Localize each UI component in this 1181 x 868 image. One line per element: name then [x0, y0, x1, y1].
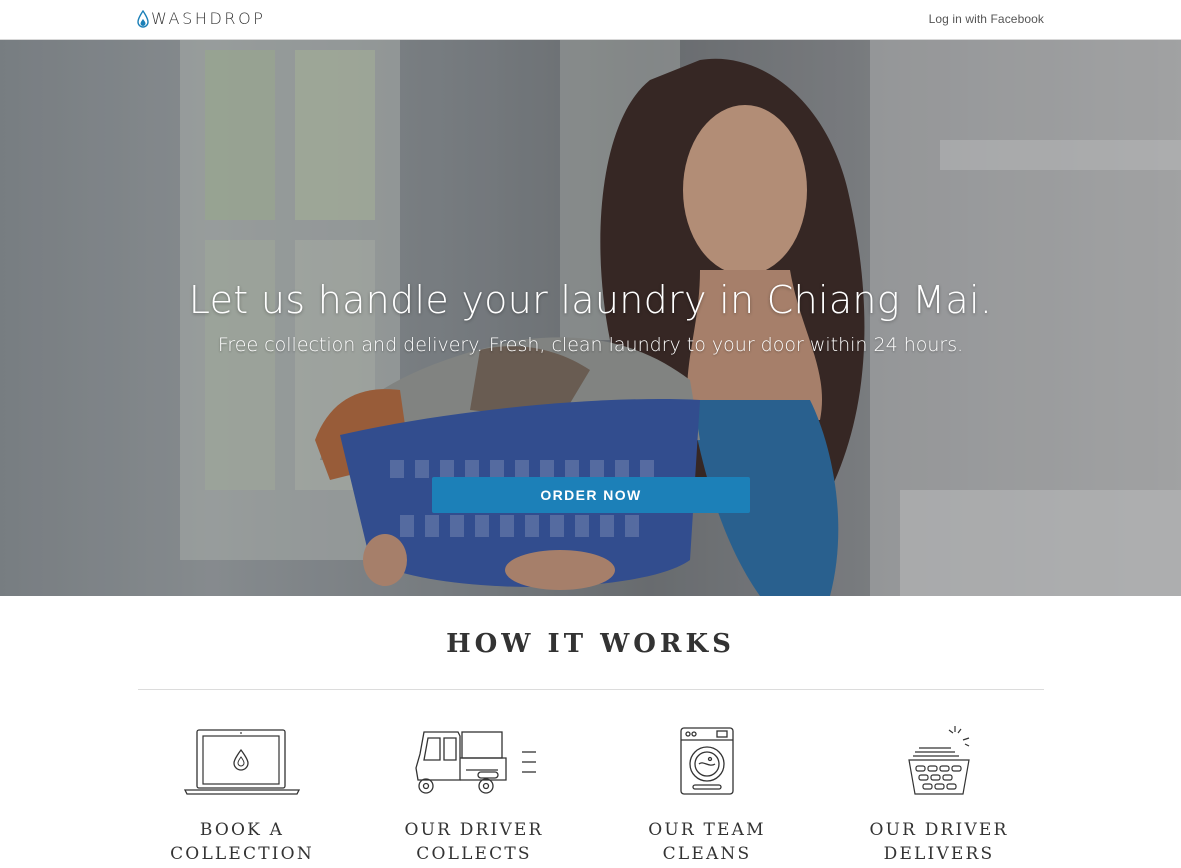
- tuk-tuk-icon: [415, 731, 536, 794]
- washing-machine-icon: [680, 727, 734, 795]
- step-label: OUR TEAM CLEANS: [648, 820, 766, 864]
- step-label: OUR DRIVER DELIVERS: [869, 820, 1009, 864]
- hero-subtitle: Free collection and delivery. Fresh, cle…: [217, 334, 964, 356]
- logo-link[interactable]: WASHDROP: [137, 9, 266, 28]
- hero-section: Let us handle your laundry in Chiang Mai…: [0, 40, 1181, 596]
- step-book-collection: BOOK A COLLECTION: [127, 724, 357, 866]
- step-team-cleans: OUR TEAM CLEANS: [592, 724, 822, 866]
- water-drop-icon: [137, 9, 149, 28]
- step-label: OUR DRIVER COLLECTS: [404, 820, 544, 864]
- step-label: BOOK A COLLECTION: [170, 820, 314, 864]
- order-now-button[interactable]: ORDER NOW: [432, 477, 750, 513]
- laundry-basket-icon: [908, 726, 970, 795]
- top-navbar: WASHDROP Log in with Facebook: [0, 0, 1181, 40]
- laptop-icon: [183, 729, 301, 795]
- step-driver-collects: OUR DRIVER COLLECTS: [359, 724, 589, 866]
- logo-wordmark: WASHDROP: [151, 9, 266, 28]
- hero-title: Let us handle your laundry in Chiang Mai…: [188, 278, 993, 322]
- how-it-works-heading: HOW IT WORKS: [446, 629, 735, 659]
- facebook-login-link[interactable]: Log in with Facebook: [929, 12, 1044, 26]
- step-driver-delivers: OUR DRIVER DELIVERS: [824, 724, 1054, 866]
- section-divider: [138, 689, 1044, 690]
